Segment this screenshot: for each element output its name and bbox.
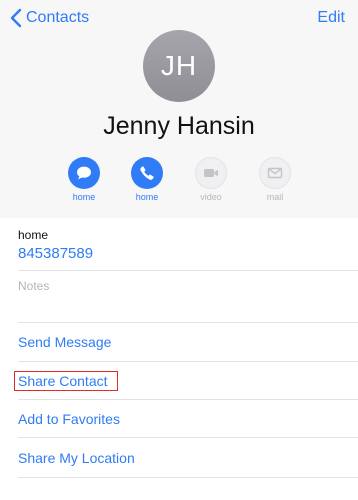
back-button[interactable]: Contacts	[10, 7, 89, 29]
back-button-label: Contacts	[26, 9, 90, 26]
divider	[18, 361, 358, 362]
message-icon	[68, 157, 100, 189]
notes-field[interactable]: Notes	[18, 279, 49, 293]
add-to-favorites-button[interactable]: Add to Favorites	[18, 411, 120, 427]
phone-type-label: home	[18, 228, 49, 242]
mail-action[interactable]: mail	[257, 157, 293, 202]
phone-icon	[131, 157, 163, 189]
share-contact-button[interactable]: Share Contact	[18, 373, 108, 389]
call-action[interactable]: home	[129, 157, 165, 202]
share-my-location-button[interactable]: Share My Location	[18, 450, 135, 466]
contact-header: Contacts Edit JH Jenny Hansin home home	[0, 0, 358, 218]
video-icon	[195, 157, 227, 189]
video-action-label: video	[200, 192, 222, 202]
divider	[18, 270, 358, 271]
quick-actions: home home video mail	[66, 157, 306, 207]
mail-icon	[259, 157, 291, 189]
divider	[18, 322, 358, 323]
mail-action-label: mail	[266, 192, 284, 202]
send-message-button[interactable]: Send Message	[18, 334, 111, 350]
message-action-label: home	[72, 192, 96, 202]
call-action-label: home	[135, 192, 159, 202]
divider	[18, 477, 358, 478]
divider	[18, 399, 358, 400]
message-action[interactable]: home	[66, 157, 102, 202]
edit-button[interactable]: Edit	[317, 9, 345, 27]
video-action[interactable]: video	[193, 157, 229, 202]
phone-number[interactable]: 845387589	[18, 245, 93, 262]
divider	[18, 437, 358, 438]
chevron-left-icon	[10, 8, 22, 28]
avatar: JH	[143, 30, 215, 102]
contact-name: Jenny Hansin	[103, 112, 255, 140]
